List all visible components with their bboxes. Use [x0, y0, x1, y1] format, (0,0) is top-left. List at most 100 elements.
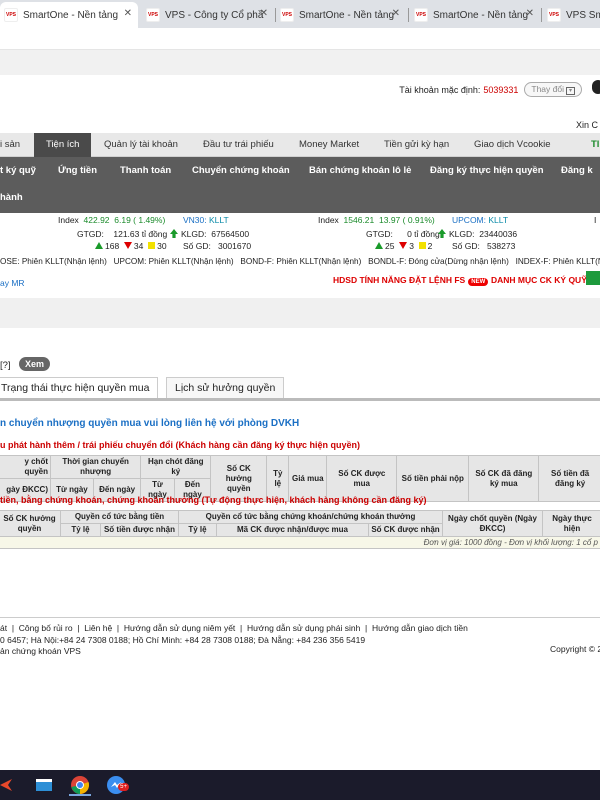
app-icon-partial[interactable]: [0, 776, 16, 794]
nav-item-money-market[interactable]: Money Market: [299, 133, 359, 157]
subnav-rights-registration[interactable]: Đăng ký thực hiện quyền: [430, 165, 544, 176]
close-tab-icon[interactable]: ✕: [124, 8, 132, 19]
up-count: 168: [105, 241, 120, 251]
tab-title: VPS Sma: [566, 9, 600, 21]
footer-link-derivative-guide[interactable]: Hướng dẫn sử dụng phái sinh: [247, 623, 360, 633]
footer-link-1[interactable]: át: [0, 623, 7, 633]
gtgd-label: GTGD:: [77, 229, 104, 239]
nav-item-account-management[interactable]: Quản lý tài khoản: [104, 133, 178, 157]
user-icon[interactable]: [592, 80, 600, 94]
col-record-date: y chốt quyền: [0, 455, 51, 479]
subnav-transfer-securities[interactable]: Chuyển chứng khoán: [192, 165, 290, 176]
view-button[interactable]: Xem: [19, 357, 51, 371]
vn30-value: KLLT: [209, 215, 229, 225]
change-account-button[interactable]: Thay đổi ▾: [524, 82, 582, 97]
upcom-status: UPCOM: KLLT: [452, 215, 508, 225]
down-count: 34: [133, 241, 144, 251]
account-number: 5039331: [483, 84, 519, 95]
guide-label: HDSD TÍNH NĂNG ĐẶT LỆNH FS: [333, 275, 466, 285]
col-execution-date: Ngày thực hiện: [542, 510, 600, 537]
close-tab-icon[interactable]: ✕: [260, 8, 268, 19]
footer-link-cash-guide[interactable]: Hướng dẫn giao dịch tiền: [372, 623, 468, 633]
nav-item-more[interactable]: Tl: [591, 133, 599, 157]
index-label: Index: [58, 215, 79, 225]
klgd-value: 23440036: [479, 229, 518, 239]
page-header-strip: [0, 50, 600, 75]
ticker-left-sogd: Số GD: 3001670: [183, 241, 251, 251]
upcom-label: UPCOM:: [452, 215, 486, 225]
unit-note: Đơn vị giá: 1000 đồng - Đơn vị khối lượn…: [0, 536, 600, 549]
subnav-payment[interactable]: Thanh toán: [120, 165, 171, 176]
user-greeting: Xin C: [575, 120, 598, 130]
notice-text: n chuyển nhượng quyền mua vui lòng liên …: [0, 418, 300, 429]
os-taskbar: 5+: [0, 770, 600, 800]
nav-item-vcookie[interactable]: Giao dịch Vcookie: [474, 133, 551, 157]
group-cash-dividend: Quyền cổ tức bằng tiền: [60, 510, 179, 524]
col-register-deadline: Hạn chót đăng ký: [140, 455, 212, 479]
index-value: 1546.21: [343, 215, 375, 225]
vps-favicon-icon: VPS: [547, 8, 561, 22]
browser-tab-bar: VPS SmartOne - Nền tảng ✕ VPS VPS - Công…: [0, 0, 600, 28]
ticker-right-index: Index 1546.21 13.97 ( 0.91%): [318, 215, 435, 225]
footer-phones: 0 6457; Hà Nội:+84 24 7308 0188; Hồ Chí …: [0, 635, 366, 645]
ticker-right-gtgd: GTGD: 0 tỉ đồng: [366, 229, 440, 239]
ticker-right-klgd: KLGD: 23440036: [438, 229, 517, 239]
index-change: 13.97 ( 0.91%): [379, 215, 435, 225]
messenger-icon[interactable]: 5+: [105, 774, 129, 796]
fs-order-guide-link[interactable]: HDSD TÍNH NĂNG ĐẶT LỆNH FS NEW: [333, 275, 489, 286]
close-tab-icon[interactable]: ✕: [526, 8, 534, 19]
notification-badge: 5+: [118, 783, 129, 791]
browser-tab-4[interactable]: VPS SmartOne - Nền tảng ✕: [410, 2, 540, 28]
chrome-icon[interactable]: [69, 774, 91, 796]
green-indicator: [586, 271, 600, 285]
browser-tab-5[interactable]: VPS VPS Sma: [543, 2, 600, 28]
down-triangle-icon: [123, 242, 132, 249]
tab-rights-history[interactable]: Lịch sử hưởng quyền: [166, 377, 285, 398]
col-stock-received: Số CK được nhận: [368, 523, 443, 537]
subnav-row2-item[interactable]: hành: [0, 192, 23, 203]
subnav-register-more[interactable]: Đăng k: [561, 165, 593, 176]
footer-link-risk[interactable]: Công bố rủi ro: [19, 623, 73, 633]
up-triangle-icon: [95, 242, 103, 249]
address-bar-area: [0, 28, 600, 50]
col-entitled-shares: Số CK hưởng quyền: [0, 510, 61, 537]
nav-item-bonds[interactable]: Đầu tư trái phiếu: [203, 133, 274, 157]
subnav-advance[interactable]: Ứng tiền: [58, 165, 97, 176]
subnav-odd-lot[interactable]: Bán chứng khoán lô lẻ: [309, 165, 411, 176]
flat-count: 2: [427, 241, 433, 251]
help-mark[interactable]: [?]: [0, 360, 11, 371]
browser-tab-1[interactable]: VPS SmartOne - Nền tảng ✕: [0, 2, 138, 28]
col-transfer-time: Thời gian chuyển nhượng: [49, 455, 142, 479]
index-value: 422.92: [83, 215, 110, 225]
klgd-value: 67564500: [211, 229, 250, 239]
tab-title: SmartOne - Nền tảng: [299, 9, 395, 21]
down-triangle-icon: [399, 242, 408, 249]
dropdown-icon: ▾: [566, 87, 575, 95]
up-triangle-icon: [375, 242, 383, 249]
vps-favicon-icon: VPS: [280, 8, 294, 22]
col-cash-ratio: Tỷ lệ: [60, 523, 101, 537]
vn30-label: VN30:: [183, 215, 207, 225]
down-count: 3: [409, 241, 414, 251]
col-registered-shares: Số CK đã đăng ký mua: [468, 455, 540, 502]
link-margin[interactable]: ay MR: [0, 278, 25, 288]
nav-item-utilities[interactable]: Tiện ích: [34, 133, 92, 157]
browser-tab-2[interactable]: VPS VPS - Công ty Cổ phầ ✕: [142, 2, 274, 28]
account-label: Tài khoản mặc định:: [399, 84, 481, 95]
tab-title: SmartOne - Nền tảng: [23, 9, 119, 21]
vps-favicon-icon: VPS: [146, 8, 160, 22]
tab-title: VPS - Công ty Cổ phầ: [165, 9, 264, 21]
close-tab-icon[interactable]: ✕: [392, 8, 400, 19]
nav-item-assets[interactable]: i sản: [0, 133, 20, 157]
tab-rights-status[interactable]: Trạng thái thực hiện quyền mua: [0, 377, 159, 398]
browser-tab-3[interactable]: VPS SmartOne - Nền tảng ✕: [276, 2, 406, 28]
footer-link-contact[interactable]: Liên hệ: [84, 623, 112, 633]
subnav-margin[interactable]: t ký quỹ: [0, 165, 36, 176]
vps-favicon-icon: VPS: [414, 8, 428, 22]
section1-title: u phát hành thêm / trái phiếu chuyển đổi…: [0, 440, 361, 450]
margin-list-link[interactable]: DANH MỤC CK KÝ QUỸ: [491, 275, 587, 285]
file-explorer-icon[interactable]: [33, 774, 55, 796]
nav-item-term-deposit[interactable]: Tiền gửi kỳ hạn: [384, 133, 449, 157]
footer-link-listed-guide[interactable]: Hướng dẫn sử dụng niêm yết: [124, 623, 235, 633]
section2-title: tiền, bằng chứng khoán, chứng khoán thưở…: [0, 495, 427, 505]
